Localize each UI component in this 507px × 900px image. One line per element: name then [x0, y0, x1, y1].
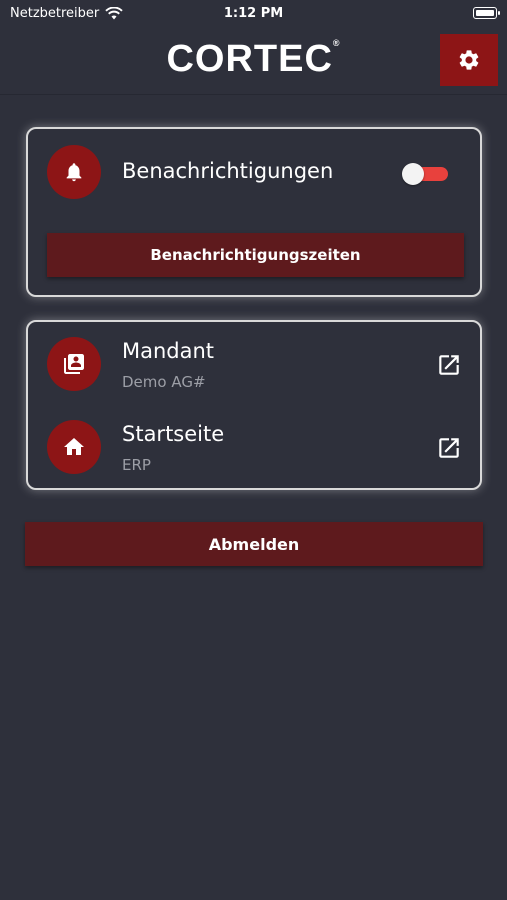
bell-icon — [66, 163, 82, 182]
notifications-label: Benachrichtigungen — [122, 159, 334, 183]
startseite-subtitle: ERP — [122, 456, 151, 474]
logo-registered-mark: ® — [332, 38, 341, 48]
home-icon — [64, 438, 84, 455]
open-external-icon[interactable] — [436, 352, 462, 378]
links-card: Mandant Demo AG# Startseite ERP — [26, 320, 482, 490]
open-external-icon[interactable] — [436, 435, 462, 461]
notification-times-button[interactable]: Benachrichtigungszeiten — [47, 233, 464, 277]
gear-icon — [459, 50, 479, 70]
status-bar: Netzbetreiber 1:12 PM — [0, 0, 507, 28]
logout-button[interactable]: Abmelden — [25, 522, 483, 566]
mandant-title: Mandant — [122, 339, 215, 363]
notifications-toggle[interactable] — [402, 163, 448, 185]
settings-button[interactable] — [440, 34, 498, 86]
contacts-icon-badge — [47, 337, 101, 391]
contacts-icon — [64, 354, 84, 374]
status-time: 1:12 PM — [223, 6, 284, 21]
cortec-logo: CORTEC® — [0, 38, 507, 81]
home-icon-badge — [47, 420, 101, 474]
app-header: CORTEC® — [0, 28, 507, 95]
startseite-title: Startseite — [122, 422, 225, 446]
battery-icon — [473, 7, 500, 19]
toggle-knob — [402, 163, 424, 185]
mandant-subtitle: Demo AG# — [122, 373, 206, 391]
logo-text: CORTEC — [166, 38, 333, 80]
notifications-card: Benachrichtigungen Benachrichtigungszeit… — [26, 127, 482, 297]
bell-icon-badge — [47, 145, 101, 199]
